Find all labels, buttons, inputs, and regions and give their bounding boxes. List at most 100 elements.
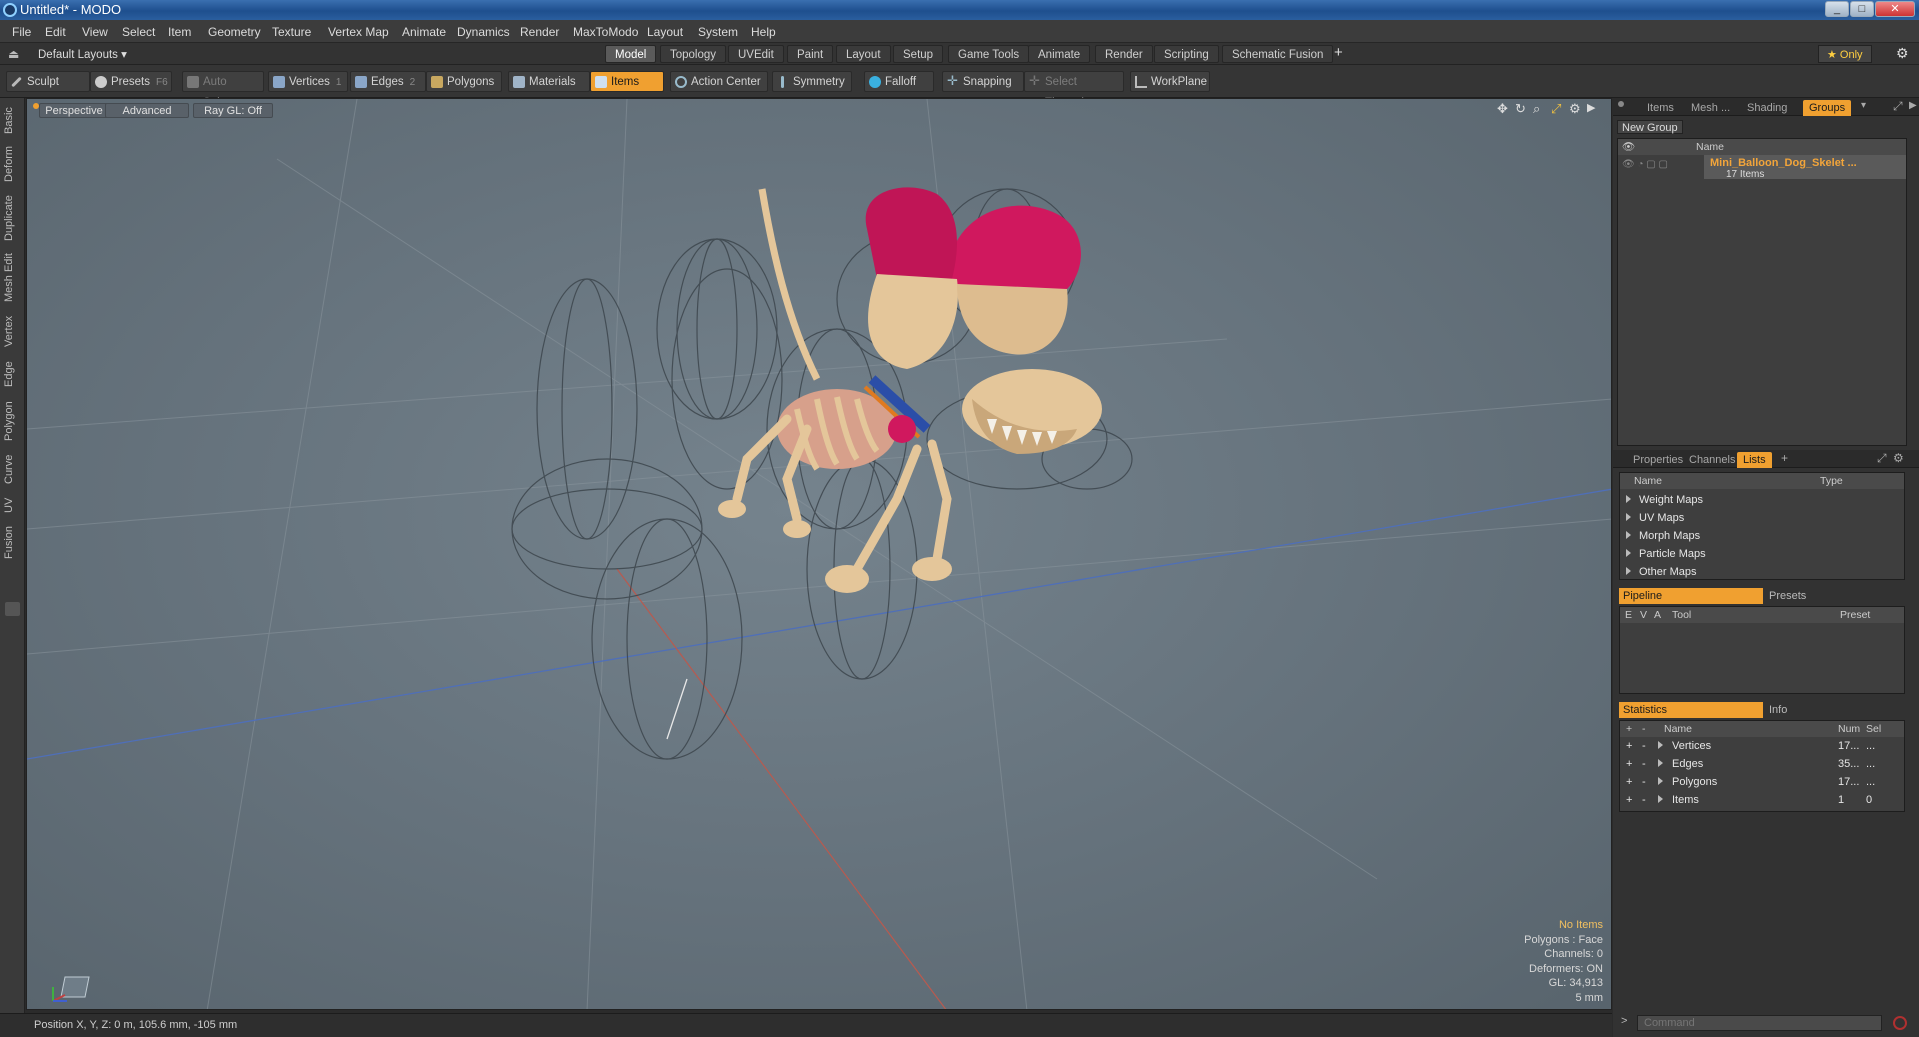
stats-row-items[interactable]: + - Items 1 0: [1620, 791, 1904, 809]
tab-layout[interactable]: Layout: [836, 45, 891, 63]
tab-shading[interactable]: Shading: [1741, 100, 1793, 116]
only-button[interactable]: ★ Only: [1818, 45, 1872, 63]
perspective-button[interactable]: Perspective: [39, 103, 109, 118]
menu-texture[interactable]: Texture: [272, 25, 311, 39]
menu-animate[interactable]: Animate: [402, 25, 446, 39]
list-item-weight-maps[interactable]: Weight Maps: [1626, 491, 1703, 509]
tab-game-tools[interactable]: Game Tools: [948, 45, 1030, 63]
items-button[interactable]: Items: [590, 71, 664, 92]
vtab-edge[interactable]: Edge: [3, 358, 21, 390]
snapping-button[interactable]: ✛ Snapping: [942, 71, 1024, 92]
tab-overflow-icon[interactable]: ▾: [1861, 100, 1866, 111]
menu-view[interactable]: View: [82, 25, 108, 39]
menu-system[interactable]: System: [698, 25, 738, 39]
command-record-icon[interactable]: [1893, 1016, 1907, 1030]
action-center-button[interactable]: Action Center: [670, 71, 768, 92]
tab-lists[interactable]: Lists: [1737, 452, 1772, 468]
tab-options-icon[interactable]: [5, 602, 20, 616]
viewport-3d[interactable]: Perspective Advanced Ray GL: Off ✥ ↻ ⌕ ⤢…: [26, 98, 1612, 1010]
add-tab-icon[interactable]: +: [1334, 44, 1343, 61]
list-item-uv-maps[interactable]: UV Maps: [1626, 509, 1684, 527]
new-group-button[interactable]: New Group: [1617, 120, 1683, 134]
menu-edit[interactable]: Edit: [45, 25, 66, 39]
rotate-view-icon[interactable]: ↻: [1515, 101, 1526, 117]
tab-statistics[interactable]: Statistics: [1619, 702, 1763, 718]
menu-layout[interactable]: Layout: [647, 25, 683, 39]
symmetry-button[interactable]: Symmetry: [772, 71, 852, 92]
tab-info[interactable]: Info: [1769, 704, 1787, 716]
maximize-view-icon[interactable]: ⤢: [1551, 101, 1561, 117]
panel-expand-icon[interactable]: ⤢: [1893, 99, 1903, 114]
stats-row-polygons[interactable]: + - Polygons 17......: [1620, 773, 1904, 791]
vtab-curve[interactable]: Curve: [3, 452, 21, 486]
falloff-button[interactable]: Falloff: [864, 71, 934, 92]
menu-geometry[interactable]: Geometry: [208, 25, 261, 39]
polygons-button[interactable]: Polygons: [426, 71, 502, 92]
stats-row-vertices[interactable]: + - Vertices 17......: [1620, 737, 1904, 755]
sculpt-button[interactable]: Sculpt: [6, 71, 90, 92]
move-view-icon[interactable]: ✥: [1497, 101, 1508, 117]
tab-model[interactable]: Model: [605, 45, 657, 63]
tab-uvedit[interactable]: UVEdit: [728, 45, 784, 63]
group-row-toggles[interactable]: 👁 ◔ ▢ ▢: [1622, 159, 1682, 173]
lists-settings-icon[interactable]: ⚙: [1893, 451, 1904, 465]
vtab-polygon[interactable]: Polygon: [3, 398, 21, 444]
viewport-menu-arrow-icon[interactable]: ▶: [1587, 101, 1595, 114]
advanced-button[interactable]: Advanced: [105, 103, 189, 118]
tab-presets[interactable]: Presets: [1769, 590, 1806, 602]
menu-select[interactable]: Select: [122, 25, 155, 39]
tab-animate[interactable]: Animate: [1028, 45, 1091, 63]
menu-file[interactable]: File: [12, 25, 31, 39]
tab-paint[interactable]: Paint: [787, 45, 834, 63]
vtab-vertex[interactable]: Vertex: [3, 312, 21, 350]
vtab-duplicate[interactable]: Duplicate: [3, 192, 21, 244]
tab-scripting[interactable]: Scripting: [1154, 45, 1219, 63]
tab-render[interactable]: Render: [1095, 45, 1153, 63]
materials-button[interactable]: Materials: [508, 71, 590, 92]
menu-dynamics[interactable]: Dynamics: [457, 25, 510, 39]
tab-groups[interactable]: Groups: [1803, 100, 1852, 116]
list-item-morph-maps[interactable]: Morph Maps: [1626, 527, 1700, 545]
viewport-settings-icon[interactable]: ⚙: [1569, 101, 1581, 117]
menu-help[interactable]: Help: [751, 25, 776, 39]
list-item-particle-maps[interactable]: Particle Maps: [1626, 545, 1706, 563]
layout-pin-icon[interactable]: ⏏: [8, 47, 19, 61]
menu-item[interactable]: Item: [168, 25, 191, 39]
stats-row-edges[interactable]: + - Edges 35......: [1620, 755, 1904, 773]
tab-items[interactable]: Items: [1641, 100, 1680, 116]
menu-vertex-map[interactable]: Vertex Map: [328, 25, 389, 39]
tab-channels[interactable]: Channels: [1683, 452, 1741, 468]
maximize-button[interactable]: □: [1850, 1, 1874, 17]
vtab-uv[interactable]: UV: [3, 494, 21, 516]
list-item-other-maps[interactable]: Other Maps: [1626, 563, 1696, 581]
vtab-mesh-edit[interactable]: Mesh Edit: [3, 252, 21, 304]
raygl-button[interactable]: Ray GL: Off: [193, 103, 273, 118]
tab-properties[interactable]: Properties: [1627, 452, 1689, 468]
menu-maxtomodo[interactable]: MaxToModo: [573, 25, 638, 39]
presets-button[interactable]: Presets F6: [90, 71, 172, 92]
add-panel-tab-icon[interactable]: +: [1781, 451, 1788, 465]
tab-pipeline[interactable]: Pipeline: [1619, 588, 1763, 604]
group-row[interactable]: Mini_Balloon_Dog_Skelet ... 17 Items: [1704, 155, 1906, 180]
workplane-button[interactable]: WorkPlane: [1130, 71, 1210, 92]
vertices-button[interactable]: Vertices 1: [268, 71, 348, 92]
select-through-button[interactable]: ✛Select Through: [1024, 71, 1124, 109]
vtab-fusion[interactable]: Fusion: [3, 524, 21, 560]
tab-schematic-fusion[interactable]: Schematic Fusion: [1222, 45, 1334, 63]
panel-arrow-icon[interactable]: ▶: [1909, 100, 1917, 111]
auto-select-button[interactable]: Auto Select: [182, 71, 264, 109]
close-button[interactable]: ✕: [1875, 1, 1915, 17]
command-input[interactable]: [1637, 1015, 1882, 1031]
gear-icon[interactable]: ⚙: [1896, 45, 1909, 62]
vtab-basic[interactable]: Basic: [3, 104, 21, 138]
collapse-all-icon[interactable]: -: [1642, 721, 1646, 737]
tab-topology[interactable]: Topology: [660, 45, 727, 63]
menu-render[interactable]: Render: [520, 25, 559, 39]
tab-setup[interactable]: Setup: [893, 45, 944, 63]
tab-mesh[interactable]: Mesh ...: [1685, 100, 1736, 116]
zoom-view-icon[interactable]: ⌕: [1533, 101, 1540, 117]
vtab-deform[interactable]: Deform: [3, 144, 21, 184]
layout-selector[interactable]: Default Layouts ▾: [38, 47, 127, 61]
lists-expand-icon[interactable]: ⤢: [1877, 451, 1887, 466]
edges-button[interactable]: Edges 2: [350, 71, 426, 92]
